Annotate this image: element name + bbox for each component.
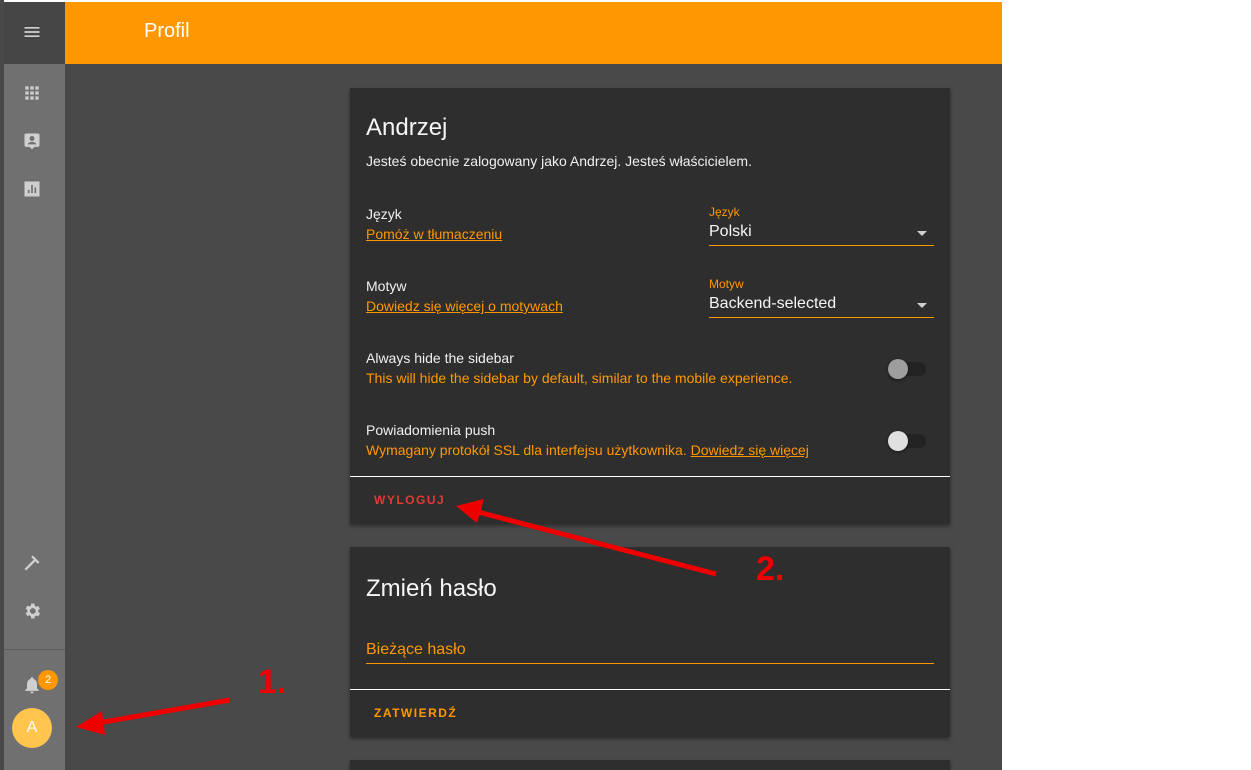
theme-select[interactable]: Motyw Backend-selected: [709, 275, 934, 319]
chevron-down-icon: [917, 231, 927, 236]
sidebar: 2 A: [4, 0, 65, 770]
push-notifications-description: Wymagany protokół SSL dla interfejsu uży…: [366, 442, 809, 458]
submit-password-button[interactable]: ZATWIERDŹ: [366, 700, 465, 726]
toggle-knob: [888, 431, 908, 451]
annotation-number-1: 1.: [258, 663, 287, 701]
change-password-card: Zmień hasło Bieżące hasło ZATWIERDŹ: [350, 547, 950, 737]
push-learn-more-link[interactable]: Dowiedz się więcej: [691, 442, 809, 458]
language-select-label: Język: [709, 205, 740, 219]
page-title: Profil: [144, 20, 190, 42]
theme-select-value: Backend-selected: [709, 295, 837, 312]
language-select-value: Polski: [709, 223, 752, 240]
next-card-partial: [350, 760, 950, 770]
themes-info-link[interactable]: Dowiedz się więcej o motywach: [366, 298, 563, 314]
current-password-underline: [366, 663, 934, 664]
menu-icon[interactable]: [22, 22, 42, 42]
profile-card: Andrzej Jesteś obecnie zalogowany jako A…: [350, 88, 950, 524]
push-notifications-toggle[interactable]: [888, 430, 928, 452]
theme-label: Motyw: [366, 278, 407, 294]
hammer-icon[interactable]: [22, 553, 42, 573]
chevron-down-icon: [917, 303, 927, 308]
annotation-number-2: 2.: [756, 550, 785, 588]
current-password-placeholder: Bieżące hasło: [366, 641, 466, 658]
toggle-knob: [888, 359, 908, 379]
change-password-title: Zmień hasło: [366, 575, 497, 602]
hide-sidebar-description: This will hide the sidebar by default, s…: [366, 370, 793, 386]
hide-sidebar-label: Always hide the sidebar: [366, 350, 514, 366]
app-window: 2 A Profil Andrzej Jesteś obecnie zalogo…: [0, 0, 1002, 770]
account-box-icon[interactable]: [22, 131, 42, 151]
push-ssl-text: Wymagany protokół SSL dla interfejsu uży…: [366, 442, 687, 458]
language-select[interactable]: Język Polski: [709, 203, 934, 247]
sidebar-header: [4, 0, 65, 64]
user-name-title: Andrzej: [366, 114, 448, 141]
language-label: Język: [366, 206, 402, 222]
apps-grid-icon[interactable]: [22, 83, 42, 103]
logout-button[interactable]: WYLOGUJ: [366, 487, 453, 513]
card-actions-divider: [350, 476, 950, 477]
card-actions-divider: [350, 689, 950, 690]
theme-select-label: Motyw: [709, 277, 744, 291]
translate-help-link[interactable]: Pomóż w tłumaczeniu: [366, 226, 502, 242]
login-status-text: Jesteś obecnie zalogowany jako Andrzej. …: [366, 153, 752, 169]
language-select-underline: [709, 245, 934, 246]
hide-sidebar-toggle[interactable]: [888, 358, 928, 380]
current-password-field[interactable]: Bieżące hasło: [366, 639, 934, 665]
push-notifications-label: Powiadomienia push: [366, 422, 496, 438]
notification-badge: 2: [38, 670, 58, 690]
bar-chart-icon[interactable]: [22, 179, 42, 199]
sidebar-divider: [4, 649, 65, 650]
gear-icon[interactable]: [22, 601, 42, 621]
user-avatar[interactable]: A: [12, 708, 52, 748]
theme-select-underline: [709, 317, 934, 318]
top-bar: Profil: [65, 0, 1002, 64]
